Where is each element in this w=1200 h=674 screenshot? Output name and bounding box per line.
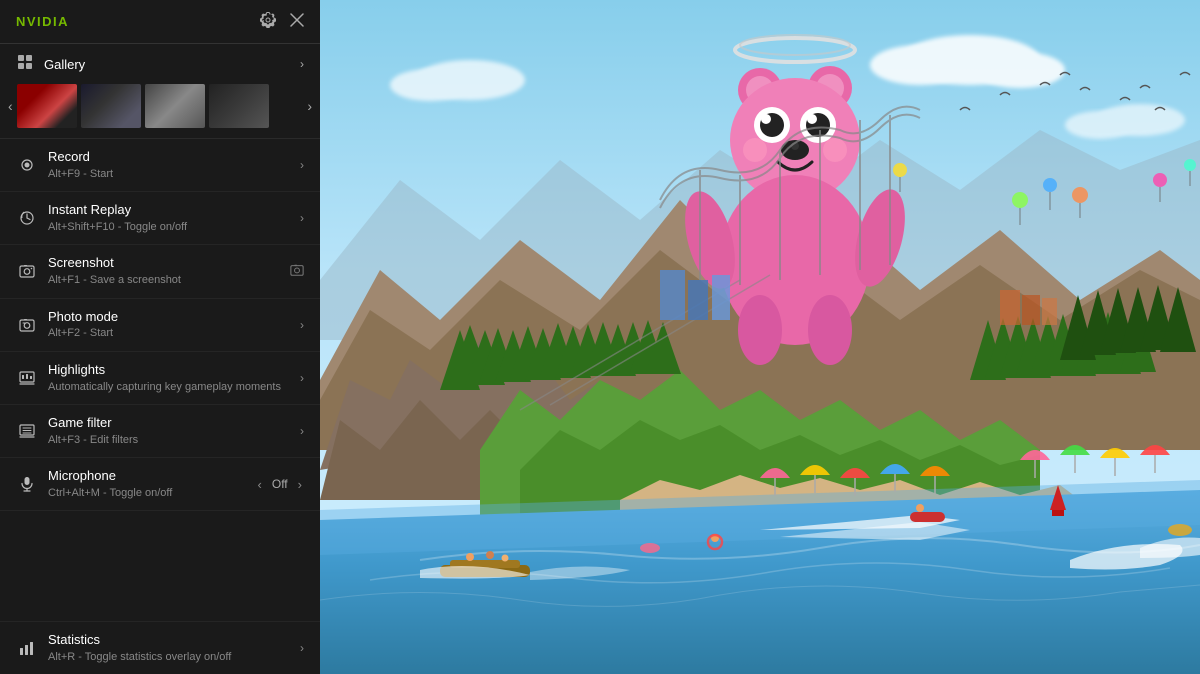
microphone-prev-button[interactable]: ‹ <box>256 477 264 492</box>
game-background <box>320 0 1200 674</box>
photo-mode-chevron: › <box>300 318 304 332</box>
game-filter-title: Game filter <box>48 415 300 432</box>
menu-item-game-filter[interactable]: Game filter Alt+F3 - Edit filters › <box>0 405 320 458</box>
highlights-chevron: › <box>300 371 304 385</box>
highlights-content: Highlights Automatically capturing key g… <box>48 362 300 394</box>
gallery-label: Gallery <box>44 57 85 72</box>
game-filter-icon <box>16 423 38 439</box>
gallery-header[interactable]: Gallery › <box>0 44 320 84</box>
menu-item-record[interactable]: Record Alt+F9 - Start › <box>0 139 320 192</box>
gallery-prev-button[interactable]: ‹ <box>4 98 17 114</box>
menu-list: Record Alt+F9 - Start › Instant Replay A… <box>0 139 320 621</box>
statistics-right: › <box>300 641 304 655</box>
microphone-next-button[interactable]: › <box>296 477 304 492</box>
microphone-content: Microphone Ctrl+Alt+M - Toggle on/off <box>48 468 256 500</box>
menu-item-photo-mode[interactable]: Photo mode Alt+F2 - Start › <box>0 299 320 352</box>
statistics-subtitle: Alt+R - Toggle statistics overlay on/off <box>48 650 300 664</box>
microphone-controls: ‹ Off › <box>256 477 304 492</box>
photo-mode-right: › <box>300 318 304 332</box>
game-filter-chevron: › <box>300 424 304 438</box>
header-controls <box>260 12 304 32</box>
highlights-title: Highlights <box>48 362 300 379</box>
game-filter-subtitle: Alt+F3 - Edit filters <box>48 433 300 447</box>
gallery-left: Gallery <box>16 54 85 74</box>
app-title: NVIDIA <box>16 14 69 29</box>
statistics-icon <box>16 640 38 656</box>
record-content: Record Alt+F9 - Start <box>48 149 300 181</box>
menu-item-statistics[interactable]: Statistics Alt+R - Toggle statistics ove… <box>0 621 320 674</box>
sidebar-header: NVIDIA <box>0 0 320 44</box>
instant-replay-title: Instant Replay <box>48 202 300 219</box>
gallery-thumbnails: ‹ › <box>0 84 320 138</box>
gallery-next-button[interactable]: › <box>303 98 316 114</box>
menu-item-highlights[interactable]: Highlights Automatically capturing key g… <box>0 352 320 405</box>
menu-item-microphone[interactable]: Microphone Ctrl+Alt+M - Toggle on/off ‹ … <box>0 458 320 511</box>
highlights-right: › <box>300 371 304 385</box>
record-title: Record <box>48 149 300 166</box>
highlights-subtitle: Automatically capturing key gameplay mom… <box>48 380 300 394</box>
screenshot-camera-icon <box>290 263 304 280</box>
microphone-value: Off <box>272 477 288 491</box>
record-subtitle: Alt+F9 - Start <box>48 167 300 181</box>
thumbnail-1[interactable] <box>17 84 77 128</box>
photo-mode-icon <box>16 317 38 333</box>
photo-mode-subtitle: Alt+F2 - Start <box>48 326 300 340</box>
instant-replay-subtitle: Alt+Shift+F10 - Toggle on/off <box>48 220 300 234</box>
photo-mode-title: Photo mode <box>48 309 300 326</box>
game-view <box>320 0 1200 674</box>
statistics-content: Statistics Alt+R - Toggle statistics ove… <box>48 632 300 664</box>
sidebar: NVIDIA <box>0 0 320 674</box>
highlights-icon <box>16 370 38 386</box>
thumbs-container <box>17 84 304 128</box>
instant-replay-content: Instant Replay Alt+Shift+F10 - Toggle on… <box>48 202 300 234</box>
photo-mode-content: Photo mode Alt+F2 - Start <box>48 309 300 341</box>
record-icon <box>16 157 38 173</box>
screenshot-content: Screenshot Alt+F1 - Save a screenshot <box>48 255 290 287</box>
gallery-icon <box>16 54 34 74</box>
game-filter-right: › <box>300 424 304 438</box>
microphone-icon <box>16 476 38 492</box>
screenshot-icon <box>16 263 38 279</box>
microphone-subtitle: Ctrl+Alt+M - Toggle on/off <box>48 486 256 500</box>
statistics-title: Statistics <box>48 632 300 649</box>
thumbnail-3[interactable] <box>145 84 205 128</box>
thumbnail-2[interactable] <box>81 84 141 128</box>
record-chevron: › <box>300 158 304 172</box>
screenshot-title: Screenshot <box>48 255 290 272</box>
instant-replay-chevron: › <box>300 211 304 225</box>
thumbnail-4[interactable] <box>209 84 269 128</box>
instant-replay-right: › <box>300 211 304 225</box>
instant-replay-icon <box>16 210 38 226</box>
menu-item-instant-replay[interactable]: Instant Replay Alt+Shift+F10 - Toggle on… <box>0 192 320 245</box>
statistics-chevron: › <box>300 641 304 655</box>
record-right: › <box>300 158 304 172</box>
menu-item-screenshot[interactable]: Screenshot Alt+F1 - Save a screenshot <box>0 245 320 298</box>
close-icon[interactable] <box>290 13 304 31</box>
gallery-chevron: › <box>300 57 304 71</box>
gallery-section: Gallery › ‹ › <box>0 44 320 139</box>
settings-icon[interactable] <box>260 12 276 32</box>
game-scene-svg <box>320 0 1200 674</box>
game-filter-content: Game filter Alt+F3 - Edit filters <box>48 415 300 447</box>
screenshot-right <box>290 263 304 280</box>
screenshot-subtitle: Alt+F1 - Save a screenshot <box>48 273 290 287</box>
microphone-title: Microphone <box>48 468 256 485</box>
